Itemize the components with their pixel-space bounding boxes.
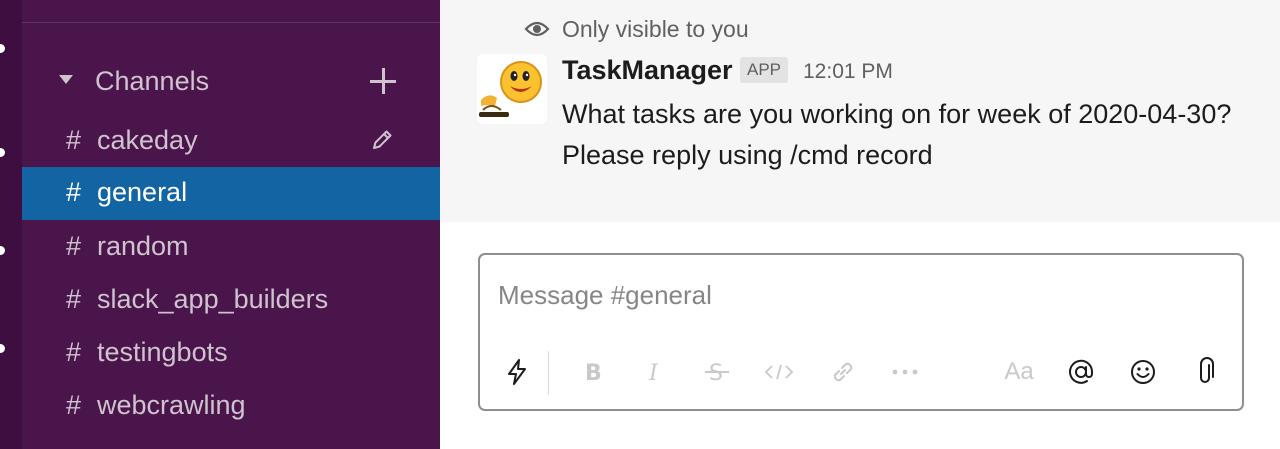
bot-message: Only visible to you TaskManager APP 12:0… — [440, 0, 1280, 222]
message-line: Please reply using /cmd record — [562, 140, 933, 170]
channel-name: general — [97, 177, 188, 207]
strikethrough-icon[interactable]: S — [700, 355, 734, 389]
sidebar: Channels # cakeday # general # random # … — [22, 0, 440, 449]
channel-item-slack-app-builders[interactable]: # slack_app_builders — [22, 274, 440, 327]
triangle-down-icon[interactable] — [59, 75, 73, 84]
bold-icon[interactable]: B — [576, 355, 610, 389]
hash-icon: # — [66, 284, 82, 314]
channel-name: slack_app_builders — [97, 284, 329, 314]
channel-name: random — [97, 231, 189, 261]
channel-name: webcrawling — [97, 390, 246, 420]
message-timestamp[interactable]: 12:01 PM — [803, 60, 893, 84]
hash-icon: # — [66, 125, 82, 155]
sender-name[interactable]: TaskManager — [562, 55, 733, 86]
hash-icon: # — [66, 390, 82, 420]
hash-icon: # — [66, 231, 82, 261]
message-line: What tasks are you working on for week o… — [562, 99, 1232, 129]
hash-icon: # — [66, 337, 82, 367]
emoji-icon[interactable] — [1126, 355, 1160, 389]
avatar[interactable] — [477, 54, 547, 124]
shortcuts-icon[interactable] — [500, 355, 534, 389]
mention-icon[interactable] — [1064, 355, 1098, 389]
channel-name: cakeday — [97, 125, 198, 155]
format-icon[interactable]: Aa — [1002, 355, 1036, 389]
message-pane: Only visible to you TaskManager APP 12:0… — [440, 0, 1280, 449]
app-badge: APP — [740, 57, 789, 83]
channel-item-testingbots[interactable]: # testingbots — [22, 327, 440, 380]
svg-text:B: B — [585, 361, 602, 385]
message-body: What tasks are you working on for week o… — [562, 94, 1252, 176]
hash-icon: # — [66, 177, 82, 207]
rail-indicator — [0, 148, 5, 157]
channel-item-random[interactable]: # random — [22, 221, 440, 274]
channel-item-general[interactable]: # general — [22, 167, 440, 220]
attach-icon[interactable] — [1188, 355, 1222, 389]
pencil-icon[interactable] — [368, 126, 396, 154]
rail-indicator — [0, 246, 5, 255]
message-input[interactable] — [498, 273, 1218, 317]
format-label: Aa — [1004, 358, 1034, 385]
visibility-text: Only visible to you — [562, 16, 749, 42]
rail-indicator — [0, 344, 5, 353]
message-composer: B I S Aa — [478, 253, 1244, 411]
rail-indicator — [0, 44, 5, 53]
channel-item-webcrawling[interactable]: # webcrawling — [22, 380, 440, 433]
toolbar-divider — [548, 351, 549, 395]
italic-icon[interactable]: I — [638, 355, 672, 389]
more-icon[interactable] — [888, 355, 922, 389]
channel-item-cakeday[interactable]: # cakeday — [22, 115, 440, 168]
add-channel-button[interactable] — [366, 64, 400, 98]
code-icon[interactable] — [762, 355, 796, 389]
channel-name: testingbots — [97, 337, 228, 367]
svg-text:I: I — [648, 361, 659, 385]
eye-icon — [524, 19, 550, 39]
workspace-rail — [0, 0, 22, 449]
channels-section-header[interactable]: Channels — [22, 56, 440, 106]
sidebar-divider — [22, 22, 440, 23]
channels-section-label[interactable]: Channels — [95, 66, 209, 97]
link-icon[interactable] — [826, 355, 860, 389]
